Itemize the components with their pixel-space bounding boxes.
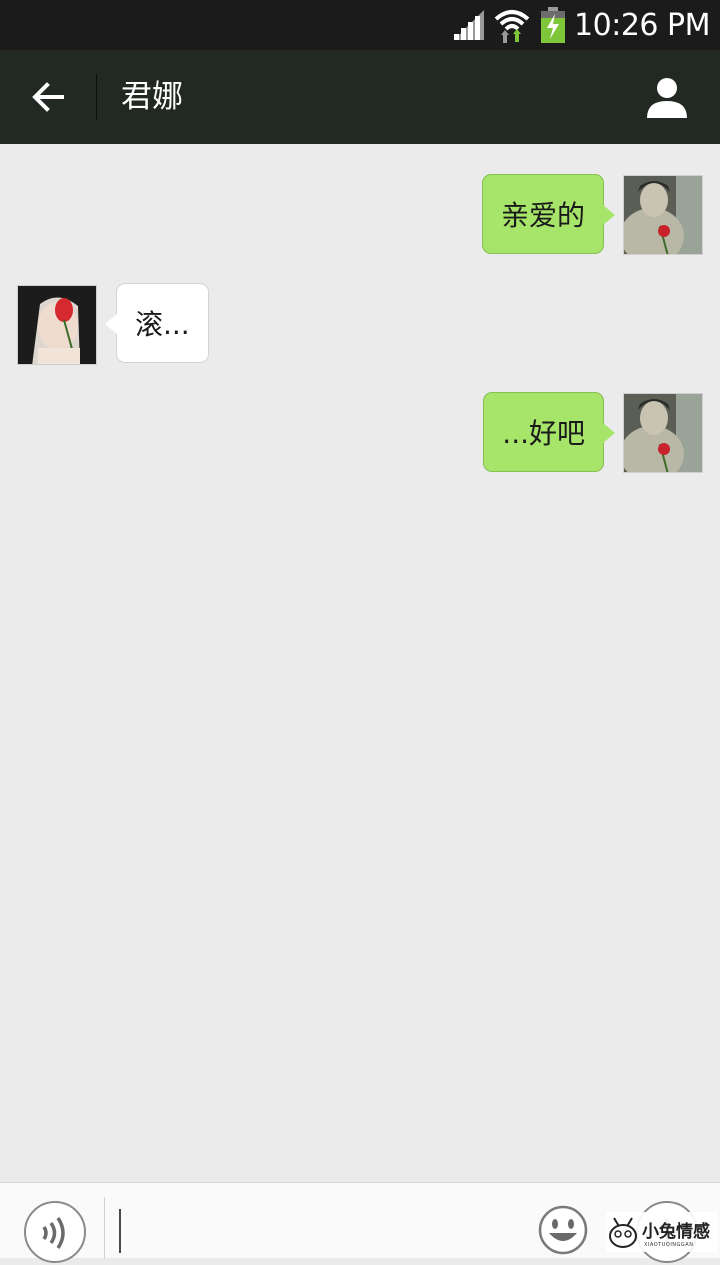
- smiley-icon: [538, 1205, 588, 1255]
- signal-icon: [454, 10, 485, 40]
- watermark-subtext: XIAOTUQINGGAN: [644, 1241, 694, 1248]
- bubble-tail: [603, 205, 615, 225]
- status-time: 10:26 PM: [574, 7, 710, 43]
- wifi-icon: [494, 10, 530, 43]
- message-bubble-sent[interactable]: 亲爱的: [481, 174, 615, 254]
- my-avatar[interactable]: [623, 393, 703, 473]
- status-icons: 10:26 PM: [452, 0, 710, 50]
- profile-button[interactable]: [642, 72, 692, 122]
- watermark-text: 小兔情感: [642, 1221, 710, 1242]
- chat-header: 君娜: [0, 50, 720, 144]
- message-text: 亲爱的: [500, 199, 585, 232]
- person-icon: [647, 78, 687, 118]
- battery-icon: [541, 7, 566, 43]
- contact-avatar[interactable]: [17, 285, 97, 365]
- status-bar: 10:26 PM: [0, 0, 720, 50]
- bubble-tail: [105, 314, 117, 334]
- text-cursor: [119, 1209, 121, 1253]
- woman-with-rose-avatar: [18, 286, 96, 364]
- watermark: 小兔情感 XIAOTUQINGGAN: [606, 1212, 718, 1252]
- back-button[interactable]: [18, 67, 78, 127]
- rabbit-logo-icon: [609, 1217, 637, 1248]
- arrow-left-icon: [32, 82, 64, 112]
- my-avatar[interactable]: [623, 175, 703, 255]
- message-bubble-sent[interactable]: ...好吧: [483, 392, 615, 472]
- message-bubble-received[interactable]: 滚...: [105, 283, 209, 363]
- message-text: ...好吧: [502, 417, 585, 450]
- title-divider: [96, 74, 97, 120]
- emoji-button[interactable]: [538, 1205, 588, 1255]
- message-input[interactable]: [104, 1197, 529, 1259]
- voice-icon: [42, 1217, 65, 1249]
- voice-input-button[interactable]: [24, 1201, 86, 1263]
- message-text: 滚...: [135, 308, 190, 341]
- chat-title: 君娜: [121, 79, 183, 115]
- man-with-rose-avatar: [624, 176, 702, 254]
- man-with-rose-avatar: [624, 394, 702, 472]
- bubble-tail: [603, 423, 615, 443]
